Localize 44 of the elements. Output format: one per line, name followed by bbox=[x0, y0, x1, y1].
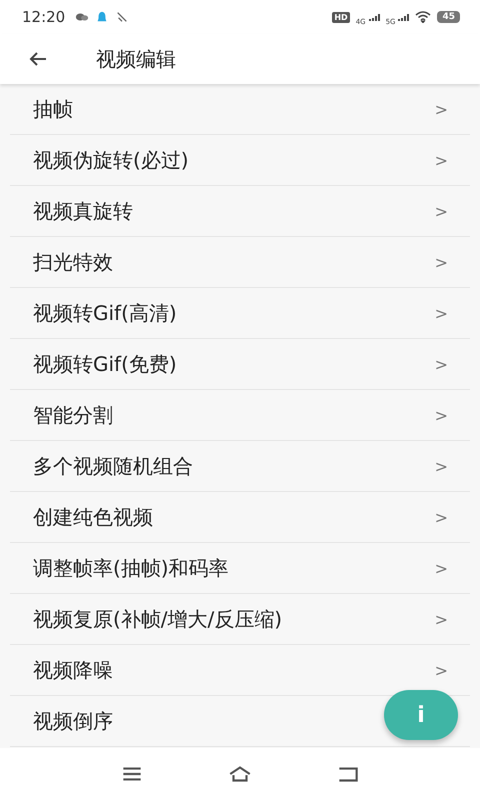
item-label: 扫光特效 bbox=[33, 248, 113, 276]
list-item[interactable]: 扫光特效 > bbox=[10, 237, 470, 288]
chevron-icon: > bbox=[434, 660, 448, 680]
chat-icon bbox=[75, 11, 90, 23]
item-label: 调整帧率(抽帧)和码率 bbox=[33, 554, 229, 582]
list-item[interactable]: 视频转Gif(免费) > bbox=[10, 339, 470, 390]
list-item[interactable]: 抽帧 > bbox=[10, 84, 470, 135]
chevron-icon: > bbox=[434, 558, 448, 578]
signal-icon bbox=[397, 13, 410, 21]
chevron-icon: > bbox=[434, 508, 448, 526]
list-item[interactable]: 调整帧率(抽帧)和码率 > bbox=[10, 543, 470, 594]
item-label: 视频转Gif(高清) bbox=[33, 300, 177, 326]
chevron-icon: > bbox=[434, 150, 448, 170]
list-item[interactable]: 视频转Gif(高清) > bbox=[10, 288, 470, 339]
item-label: 多个视频随机组合 bbox=[33, 452, 193, 480]
chevron-icon: > bbox=[434, 354, 448, 374]
item-label: 视频伪旋转(必过) bbox=[33, 146, 189, 174]
battery-indicator: 45 bbox=[437, 11, 460, 23]
chevron-icon: > bbox=[434, 304, 448, 322]
item-label: 抽帧 bbox=[33, 96, 73, 122]
hd-badge: HD bbox=[332, 12, 350, 22]
list-item[interactable]: 视频复原(补帧/增大/反压缩) > bbox=[10, 594, 470, 645]
chevron-icon: > bbox=[434, 252, 448, 272]
item-label: 视频复原(补帧/增大/反压缩) bbox=[33, 606, 282, 632]
chevron-icon: > bbox=[434, 406, 448, 424]
list-item[interactable]: 视频伪旋转(必过) > bbox=[10, 135, 470, 186]
page-title: 视频编辑 bbox=[96, 46, 176, 72]
signal-icon bbox=[368, 13, 380, 21]
item-label: 视频转Gif(免费) bbox=[33, 350, 177, 378]
chevron-icon: > bbox=[434, 100, 448, 118]
item-label: 视频倒序 bbox=[33, 708, 113, 734]
item-label: 创建纯色视频 bbox=[33, 504, 153, 530]
list-item[interactable]: 智能分割 > bbox=[10, 390, 470, 441]
list-item[interactable]: 视频真旋转 > bbox=[10, 186, 470, 237]
chevron-icon: > bbox=[434, 610, 448, 628]
wifi-icon bbox=[415, 11, 432, 23]
chevron-icon: > bbox=[434, 202, 448, 220]
item-label: 视频真旋转 bbox=[33, 198, 133, 224]
clock-time: 12:20 bbox=[22, 8, 66, 26]
item-label: 视频降噪 bbox=[33, 656, 113, 684]
list-item[interactable]: 多个视频随机组合 > bbox=[10, 441, 470, 492]
list-item[interactable]: 创建纯色视频 > bbox=[10, 492, 470, 543]
chevron-icon: > bbox=[434, 456, 448, 476]
item-label: 智能分割 bbox=[33, 402, 113, 428]
